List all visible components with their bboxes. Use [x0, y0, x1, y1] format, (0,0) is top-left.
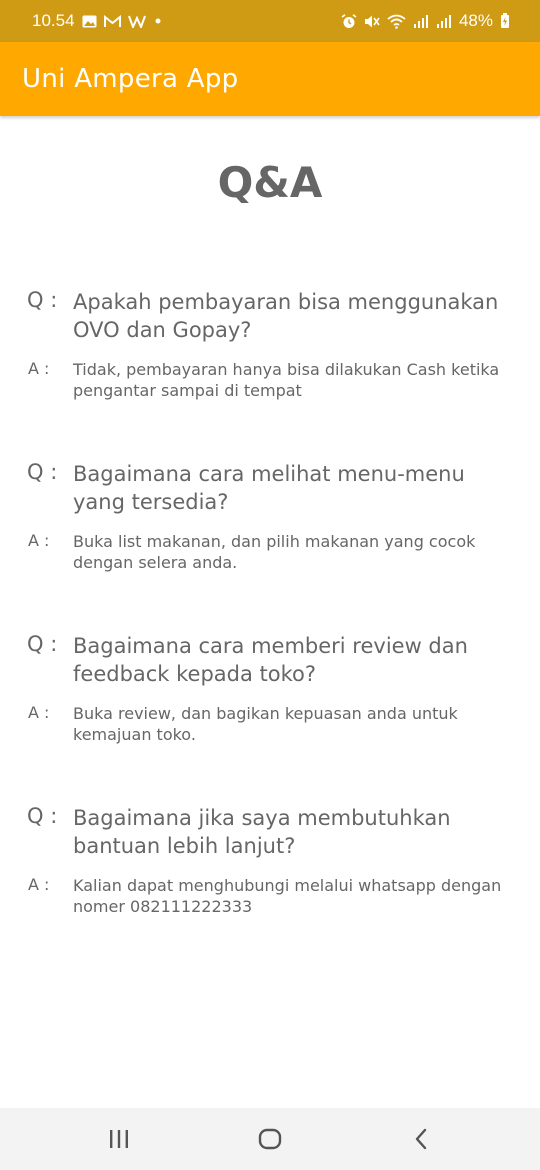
answer-text: Buka list makanan, dan pilih makanan yan… [73, 532, 476, 572]
signal-icon [413, 14, 429, 29]
recents-icon [110, 1130, 128, 1148]
question-prefix: Q : [27, 460, 58, 484]
recents-button[interactable] [99, 1124, 139, 1154]
status-right: 48% [341, 11, 510, 31]
answer-text: Buka review, dan bagikan kepuasan anda u… [73, 704, 458, 744]
home-icon [258, 1128, 282, 1150]
back-icon [415, 1128, 427, 1150]
question-text: Apakah pembayaran bisa menggunakan OVO d… [73, 290, 499, 342]
question-prefix: Q : [27, 632, 58, 656]
answer-prefix: A : [28, 703, 50, 722]
signal-icon [436, 14, 452, 29]
alarm-icon [341, 13, 357, 29]
question-text: Bagaimana cara memberi review dan feedba… [73, 634, 468, 686]
w-icon [127, 15, 146, 28]
dot-icon [153, 16, 163, 26]
app-bar: Uni Ampera App [0, 42, 540, 116]
answer-prefix: A : [28, 875, 50, 894]
qa-item: Q : Bagaimana cara melihat menu-menu yan… [0, 458, 540, 630]
status-time: 10.54 [32, 11, 75, 30]
page-title: Q&A [217, 158, 323, 207]
wifi-icon [387, 14, 406, 29]
app-title: Uni Ampera App [22, 64, 239, 94]
question-text: Bagaimana cara melihat menu-menu yang te… [73, 462, 465, 514]
qa-item: Q : Bagaimana cara memberi review dan fe… [0, 630, 540, 802]
navigation-bar [0, 1108, 540, 1170]
answer-prefix: A : [28, 531, 50, 550]
question-text: Bagaimana jika saya membutuhkan bantuan … [73, 806, 451, 858]
image-icon [82, 15, 97, 28]
status-bar: 10.54 48% [0, 0, 540, 42]
qa-item: Q : Apakah pembayaran bisa menggunakan O… [0, 286, 540, 458]
home-button[interactable] [250, 1124, 290, 1154]
qa-list: Q : Apakah pembayaran bisa menggunakan O… [0, 286, 540, 942]
answer-text: Kalian dapat menghubungi melalui whatsap… [73, 876, 502, 916]
status-left: 10.54 [32, 11, 163, 31]
question-prefix: Q : [27, 288, 58, 312]
question-prefix: Q : [27, 804, 58, 828]
qa-item: Q : Bagaimana jika saya membutuhkan bant… [0, 802, 540, 942]
battery-percent: 48% [458, 11, 493, 30]
back-button[interactable] [401, 1124, 441, 1154]
mute-icon [364, 14, 380, 29]
battery-icon [500, 13, 510, 29]
answer-text: Tidak, pembayaran hanya bisa dilakukan C… [73, 360, 500, 400]
answer-prefix: A : [28, 359, 50, 378]
gmail-icon [103, 14, 121, 28]
